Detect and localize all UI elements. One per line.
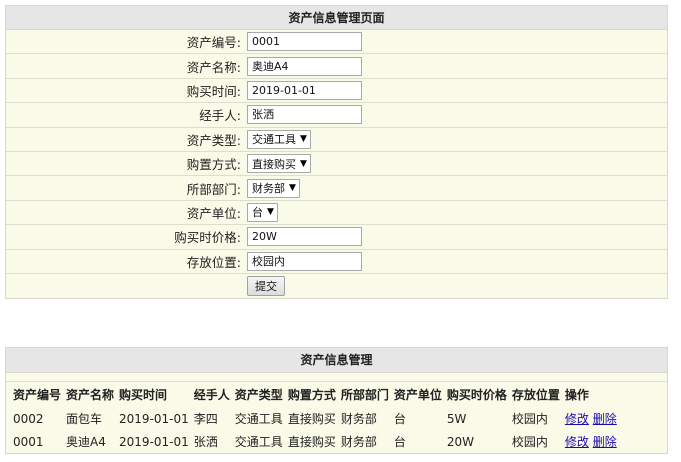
cell-name: 奥迪A4 [66, 435, 106, 449]
asset-type-select[interactable]: 交通工具 ▼ [247, 129, 311, 149]
col-header-unit: 资产单位 [393, 388, 442, 402]
form-row-unit: 资产单位: 台 ▼ [6, 201, 667, 226]
triangle-down-icon: ▼ [289, 183, 296, 194]
asset-name-input[interactable]: 奥迪A4 [247, 56, 362, 76]
asset-id-input[interactable]: 0001 [247, 32, 362, 52]
edit-link[interactable]: 修改 [565, 412, 589, 426]
cell-price: 5W [446, 411, 467, 426]
price-input[interactable]: 20W [247, 227, 362, 247]
cell-method: 直接购买 [287, 412, 336, 426]
asset-list-panel: 资产信息管理 资产编号 资产名称 购买时间 经手人 资产类型 购置方式 所部部门… [5, 347, 668, 454]
location-input[interactable]: 校园内 [247, 251, 362, 271]
asset-form-panel: 资产信息管理页面 资产编号: 0001 资产名称: 奥迪A4 购买时间: 201… [5, 5, 668, 300]
cell-name: 面包车 [66, 412, 103, 426]
asset-type-value: 交通工具 [252, 133, 296, 147]
delete-link[interactable]: 删除 [593, 435, 617, 449]
form-title: 资产信息管理页面 [6, 6, 667, 30]
asset-id-label: 资产编号: [186, 35, 241, 51]
cell-id: 0002 [13, 411, 44, 426]
col-header-handler: 经手人 [193, 388, 230, 402]
unit-value: 台 [252, 206, 263, 220]
list-title: 资产信息管理 [6, 348, 667, 373]
cell-date: 2019-01-01 [119, 434, 189, 449]
department-select[interactable]: 财务部 ▼ [247, 178, 300, 198]
asset-type-label: 资产类型: [186, 132, 241, 148]
col-header-actions: 操作 [564, 388, 589, 402]
purchase-method-select[interactable]: 直接购买 ▼ [247, 154, 311, 174]
triangle-down-icon: ▼ [300, 158, 307, 169]
delete-link[interactable]: 删除 [593, 412, 617, 426]
cell-id: 0001 [13, 434, 44, 449]
cell-unit: 台 [393, 435, 406, 449]
form-row-location: 存放位置: 校园内 [6, 250, 667, 274]
cell-dept: 财务部 [340, 435, 377, 449]
form-row-submit: 提交 [6, 274, 667, 298]
cell-location: 校园内 [511, 412, 548, 426]
purchase-date-label: 购买时间: [186, 83, 241, 99]
form-row-purchase-date: 购买时间: 2019-01-01 [6, 79, 667, 104]
price-label: 购买时价格: [174, 230, 241, 246]
cell-date: 2019-01-01 [119, 411, 189, 426]
col-header-method: 购置方式 [287, 388, 336, 402]
cell-unit: 台 [393, 412, 406, 426]
table-row: 0001 奥迪A4 2019-01-01 张洒 交通工具 直接购买 财务部 台 … [11, 430, 620, 453]
col-header-name: 资产名称 [66, 388, 115, 402]
cell-handler: 李四 [193, 412, 218, 426]
col-header-dept: 所部部门 [340, 388, 389, 402]
asset-table: 资产编号 资产名称 购买时间 经手人 资产类型 购置方式 所部部门 资产单位 购… [11, 382, 620, 453]
form-row-asset-type: 资产类型: 交通工具 ▼ [6, 128, 667, 152]
cell-location: 校园内 [511, 435, 548, 449]
col-header-price: 购买时价格 [446, 388, 507, 402]
col-header-type: 资产类型 [234, 388, 283, 402]
asset-name-label: 资产名称: [186, 59, 241, 75]
col-header-date: 购买时间 [119, 388, 168, 402]
handler-label: 经手人: [199, 108, 241, 124]
cell-handler: 张洒 [193, 435, 218, 449]
form-row-price: 购买时价格: 20W [6, 225, 667, 250]
triangle-down-icon: ▼ [267, 207, 274, 218]
cell-method: 直接购买 [287, 435, 336, 449]
triangle-down-icon: ▼ [300, 134, 307, 145]
cell-actions: 修改 删除 [563, 430, 620, 453]
list-spacer [6, 373, 667, 382]
cell-price: 20W [446, 434, 474, 449]
location-label: 存放位置: [186, 254, 241, 270]
col-header-location: 存放位置 [511, 388, 560, 402]
purchase-date-input[interactable]: 2019-01-01 [247, 80, 362, 100]
department-label: 所部部门: [186, 181, 241, 197]
purchase-method-label: 购置方式: [186, 157, 241, 173]
col-header-id: 资产编号 [13, 388, 62, 402]
cell-type: 交通工具 [234, 435, 283, 449]
cell-type: 交通工具 [234, 412, 283, 426]
handler-input[interactable]: 张洒 [247, 105, 362, 125]
table-row: 0002 面包车 2019-01-01 李四 交通工具 直接购买 财务部 台 5… [11, 407, 620, 430]
form-row-asset-id: 资产编号: 0001 [6, 30, 667, 55]
cell-actions: 修改 删除 [563, 407, 620, 430]
cell-dept: 财务部 [340, 412, 377, 426]
unit-select[interactable]: 台 ▼ [247, 202, 278, 222]
form-row-purchase-method: 购置方式: 直接购买 ▼ [6, 152, 667, 177]
department-value: 财务部 [252, 182, 285, 196]
form-row-asset-name: 资产名称: 奥迪A4 [6, 54, 667, 79]
unit-label: 资产单位: [186, 205, 241, 221]
form-row-handler: 经手人: 张洒 [6, 103, 667, 128]
submit-button[interactable]: 提交 [247, 276, 285, 297]
form-row-department: 所部部门: 财务部 ▼ [6, 176, 667, 201]
purchase-method-value: 直接购买 [252, 157, 296, 171]
table-header-row: 资产编号 资产名称 购买时间 经手人 资产类型 购置方式 所部部门 资产单位 购… [11, 382, 620, 407]
edit-link[interactable]: 修改 [565, 435, 589, 449]
